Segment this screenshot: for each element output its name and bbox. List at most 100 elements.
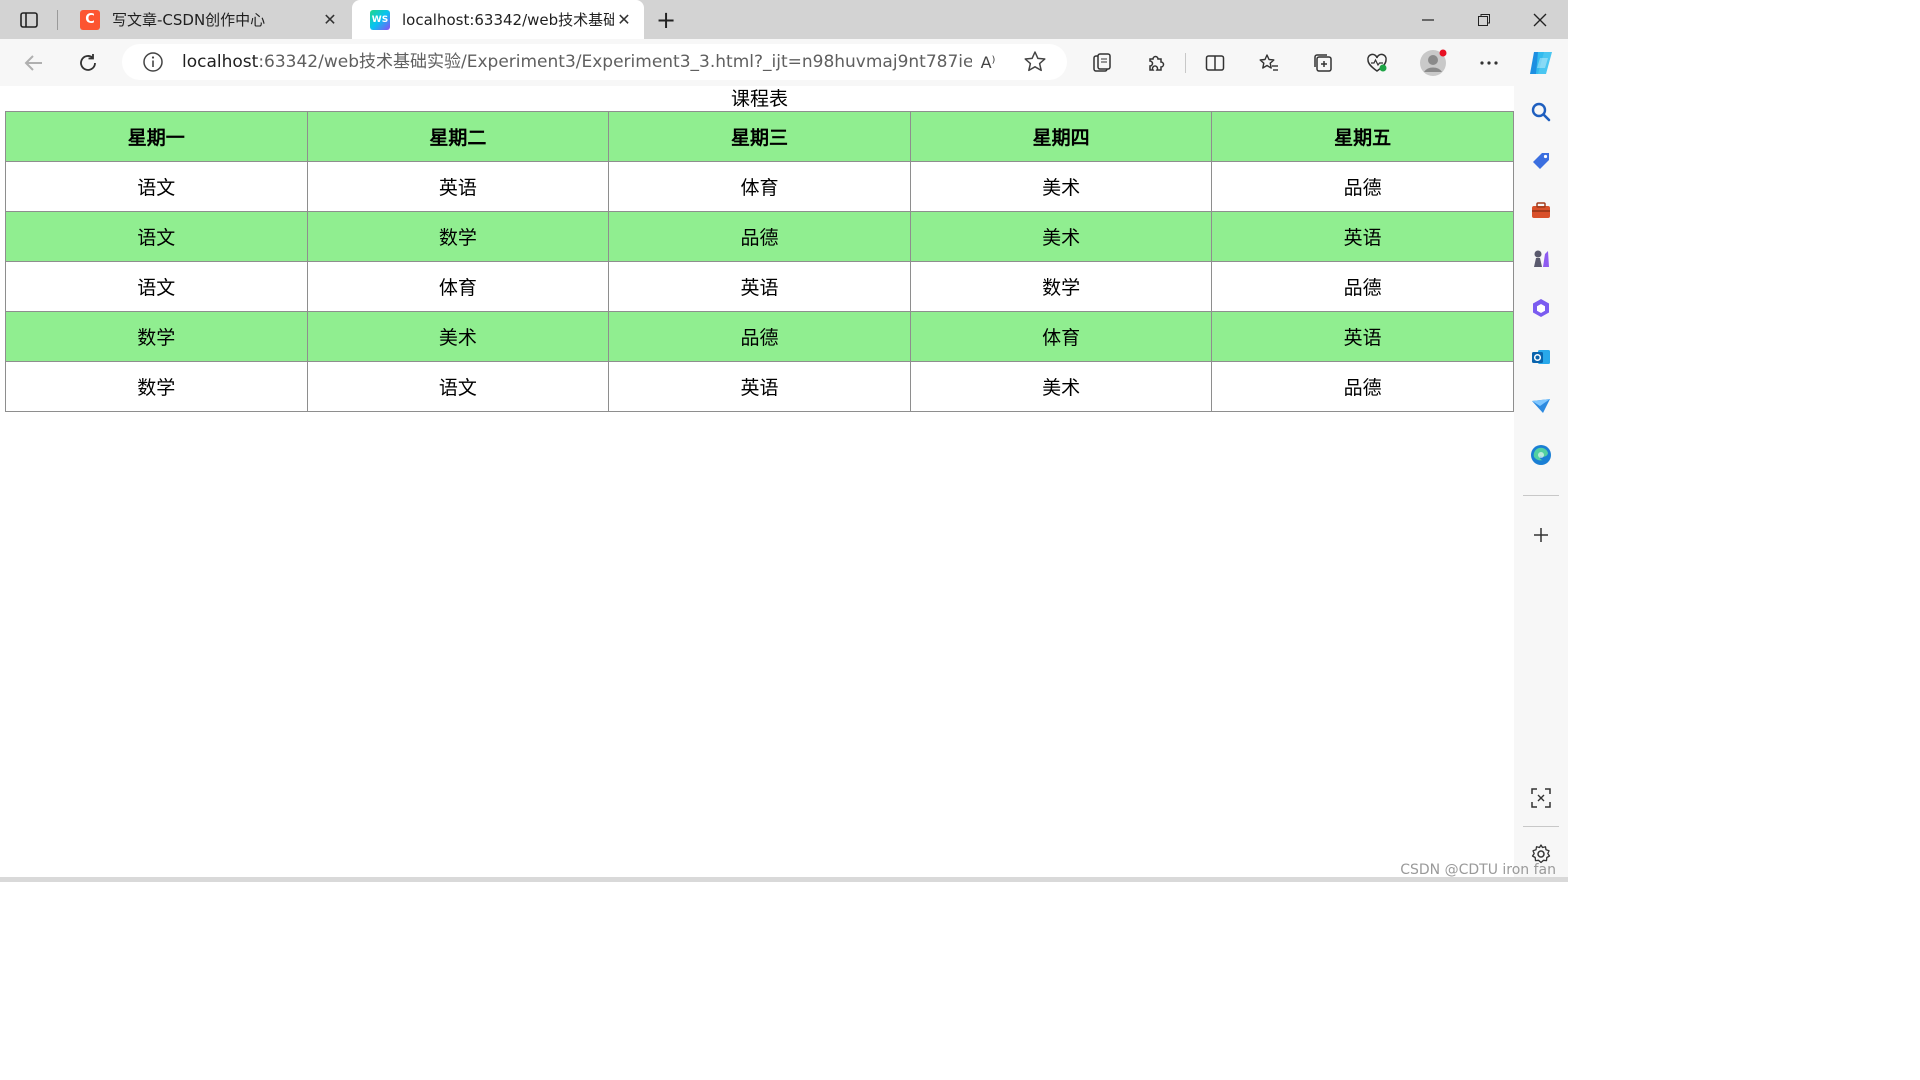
sidebar-edge-button[interactable]	[1527, 441, 1555, 469]
edge-swirl-icon	[1531, 445, 1551, 465]
back-arrow-icon	[24, 55, 42, 71]
tab-strip: C 写文章-CSDN创作中心 ✕ WS localhost:63342/web技…	[0, 0, 1568, 39]
header-cell: 星期二	[306, 111, 610, 162]
new-tab-button[interactable]: +	[652, 6, 680, 34]
more-dots-icon	[1480, 61, 1498, 65]
table-cell: 英语	[608, 361, 911, 412]
tab-title: localhost:63342/web技术基础实	[402, 11, 614, 29]
tab-csdn[interactable]: C 写文章-CSDN创作中心 ✕	[62, 0, 350, 39]
sidebar-search-button[interactable]	[1527, 98, 1555, 126]
table-cell: 体育	[306, 261, 610, 312]
edge-sidebar	[1514, 86, 1568, 882]
tab-collections-icon	[1093, 53, 1111, 72]
table-cell: 数学	[5, 311, 308, 362]
minimize-icon	[1422, 18, 1434, 21]
read-aloud-icon[interactable]: A⁾	[974, 50, 1002, 74]
minimize-button[interactable]	[1400, 0, 1456, 39]
drop-send-icon	[1532, 399, 1550, 413]
table-cell: 体育	[608, 161, 911, 212]
sidebar-games-button[interactable]	[1527, 245, 1555, 273]
search-icon	[1531, 102, 1551, 122]
sidebar-outlook-button[interactable]	[1527, 343, 1555, 371]
settings-more-button[interactable]	[1472, 46, 1506, 80]
table-caption: 课程表	[730, 88, 788, 110]
add-collection-button[interactable]	[1306, 46, 1340, 80]
favorites-list-icon	[1259, 54, 1278, 71]
puzzle-icon	[1149, 55, 1165, 71]
table-cell: 体育	[909, 311, 1213, 362]
plus-icon	[1534, 528, 1548, 542]
table-cell: 英语	[608, 261, 911, 312]
site-info-icon[interactable]	[142, 51, 164, 73]
refresh-icon	[80, 54, 96, 71]
table-cell: 数学	[5, 361, 308, 412]
table-cell: 语文	[5, 261, 308, 312]
collections-icon	[1314, 54, 1332, 72]
header-cell: 星期一	[5, 111, 308, 162]
table-row: 语文 英语 体育 美术 品德	[5, 161, 1514, 212]
sidebar-screenshot-button[interactable]	[1527, 784, 1555, 812]
header-cell: 星期五	[1211, 111, 1514, 162]
browser-essentials-button[interactable]	[1360, 46, 1394, 80]
table-cell: 品德	[608, 211, 911, 262]
outlook-icon	[1532, 350, 1550, 364]
split-screen-icon	[1205, 55, 1225, 71]
profile-button[interactable]	[1416, 46, 1450, 80]
header-cell: 星期三	[608, 111, 911, 162]
table-cell: 品德	[1211, 161, 1514, 212]
table-row: 数学 美术 品德 体育 英语	[5, 311, 1514, 362]
tab-actions-button[interactable]	[10, 6, 48, 34]
table-cell: 语文	[5, 161, 308, 212]
back-button[interactable]	[17, 46, 51, 80]
sidebar-shopping-button[interactable]	[1527, 147, 1555, 175]
sidebar-separator	[1523, 495, 1559, 496]
favorite-star-icon[interactable]	[1022, 49, 1048, 75]
favorites-button[interactable]	[1252, 46, 1286, 80]
table-cell: 美术	[909, 361, 1213, 412]
table-cell: 英语	[1211, 311, 1514, 362]
table-cell: 美术	[306, 311, 610, 362]
copilot-button[interactable]	[1524, 46, 1558, 80]
sidebar-add-button[interactable]	[1527, 521, 1555, 549]
plus-icon: +	[655, 6, 677, 34]
table-cell: 美术	[909, 161, 1213, 212]
tab-separator	[57, 10, 58, 30]
browser-toolbar: localhost:63342/web技术基础实验/Experiment3/Ex…	[0, 39, 1568, 86]
copilot-icon	[1530, 52, 1552, 74]
table-row: 语文 数学 品德 美术 英语	[5, 211, 1514, 262]
split-screen-button[interactable]	[1198, 46, 1232, 80]
extensions-button[interactable]	[1139, 46, 1173, 80]
table-row: 数学 语文 英语 美术 品德	[5, 361, 1514, 412]
table-cell: 美术	[909, 211, 1213, 262]
close-tab-icon[interactable]: ✕	[320, 10, 340, 30]
tab-localhost[interactable]: WS localhost:63342/web技术基础实 ✕	[352, 0, 644, 39]
close-tab-icon[interactable]: ✕	[614, 10, 634, 30]
csdn-favicon-icon: C	[80, 9, 100, 30]
tab-title: 写文章-CSDN创作中心	[112, 11, 266, 29]
address-bar[interactable]: localhost:63342/web技术基础实验/Experiment3/Ex…	[122, 44, 1067, 80]
table-cell: 语文	[5, 211, 308, 262]
table-cell: 品德	[608, 311, 911, 362]
office-icon	[1533, 299, 1549, 317]
url-host: localhost	[182, 52, 259, 72]
refresh-button[interactable]	[71, 46, 105, 80]
toolbox-icon	[1532, 202, 1550, 218]
header-cell: 星期四	[909, 111, 1213, 162]
collections-button[interactable]	[1085, 46, 1119, 80]
table-row: 语文 体育 英语 数学 品德	[5, 261, 1514, 312]
sidebar-office-button[interactable]	[1527, 294, 1555, 322]
sidebar-separator	[1523, 826, 1559, 827]
close-window-button[interactable]	[1512, 0, 1568, 39]
sidebar-drop-button[interactable]	[1527, 392, 1555, 420]
table-cell: 英语	[306, 161, 610, 212]
table-cell: 品德	[1211, 261, 1514, 312]
table-cell: 英语	[1211, 211, 1514, 262]
table-cell: 数学	[306, 211, 610, 262]
table-cell: 语文	[306, 361, 610, 412]
url-text[interactable]: localhost:63342/web技术基础实验/Experiment3/Ex…	[182, 44, 972, 80]
table-cell: 品德	[1211, 361, 1514, 412]
url-path: :63342/web技术基础实验/Experiment3/Experiment3…	[258, 52, 972, 72]
screenshot-icon	[1531, 788, 1551, 808]
sidebar-tools-button[interactable]	[1527, 196, 1555, 224]
restore-button[interactable]	[1456, 0, 1512, 39]
